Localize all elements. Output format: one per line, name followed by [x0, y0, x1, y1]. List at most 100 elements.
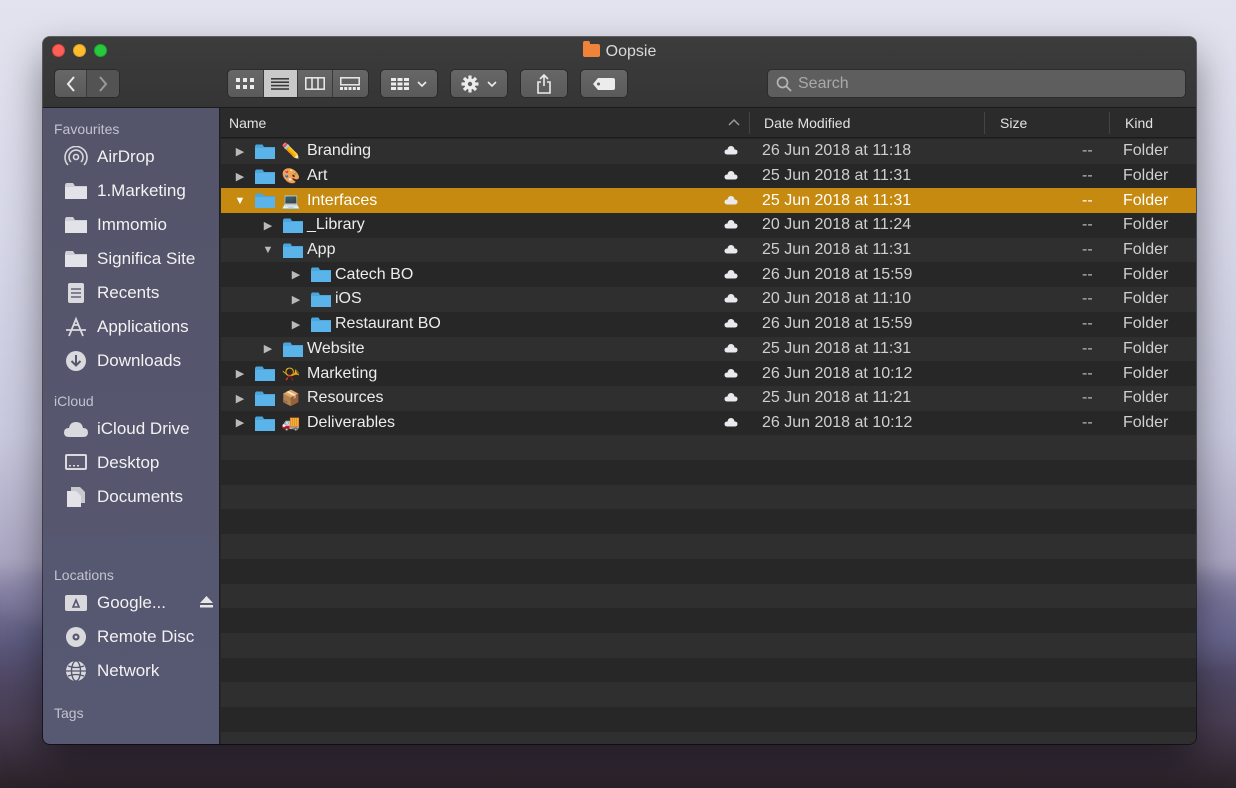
column-divider[interactable]	[984, 112, 985, 134]
table-row[interactable]: ▶ 🎨 Art 25 Jun 2018 at 11:31 -- Folder	[221, 163, 1196, 189]
table-row[interactable]: ▶ _Library 20 Jun 2018 at 11:24 -- Folder	[221, 213, 1196, 238]
disclosure-collapsed-icon[interactable]: ▶	[290, 268, 302, 281]
column-view-button[interactable]	[298, 70, 333, 97]
sidebar-item-icloud-drive[interactable]: iCloud Drive	[63, 415, 213, 443]
sidebar-item-applications[interactable]: Applications	[63, 313, 213, 341]
forward-button[interactable]	[87, 70, 119, 97]
folder-icon	[311, 267, 331, 283]
table-row[interactable]: ▶ 📦 Resources 25 Jun 2018 at 11:21 -- Folder	[221, 385, 1196, 411]
column-divider[interactable]	[1109, 112, 1110, 134]
folder-icon	[63, 214, 89, 236]
table-row[interactable]: ▼ App 25 Jun 2018 at 11:31 -- Folder	[221, 237, 1196, 263]
column-kind-header[interactable]: Kind	[1125, 108, 1153, 138]
sidebar-item-immomio[interactable]: Immomio	[63, 211, 213, 239]
cloud-icon	[63, 418, 89, 440]
search-input[interactable]	[798, 74, 1178, 93]
folder-icon	[311, 292, 331, 308]
sidebar-item-label: Network	[97, 661, 160, 680]
file-date: 25 Jun 2018 at 11:31	[762, 191, 912, 209]
search-field[interactable]	[767, 69, 1186, 98]
file-name: Catech BO	[335, 265, 414, 283]
action-button[interactable]	[450, 69, 508, 98]
disclosure-collapsed-icon[interactable]: ▶	[234, 145, 246, 158]
share-button[interactable]	[520, 69, 568, 98]
icloud-status-icon	[724, 192, 738, 210]
folder-icon	[283, 218, 303, 234]
tags-button[interactable]	[580, 69, 628, 98]
disclosure-collapsed-icon[interactable]: ▶	[290, 293, 302, 306]
file-kind: Folder	[1123, 142, 1169, 160]
file-rows: ▶ ✏️ Branding 26 Jun 2018 at 11:18 -- Folder ▶…	[221, 139, 1196, 436]
gear-icon	[461, 75, 479, 92]
disc-icon	[63, 626, 89, 648]
column-date-header[interactable]: Date Modified	[764, 108, 850, 138]
sidebar-item-label: AirDrop	[97, 147, 155, 166]
icloud-status-icon	[724, 389, 738, 407]
icloud-status-icon	[724, 241, 738, 259]
disclosure-collapsed-icon[interactable]: ▶	[234, 367, 246, 380]
back-button[interactable]	[55, 70, 88, 97]
list-view-button[interactable]	[263, 70, 299, 97]
icon-view-button[interactable]	[228, 70, 264, 97]
sidebar: Favourites AirDrop 1.Marketing Immomio S…	[43, 108, 220, 744]
view-mode-control	[227, 69, 369, 98]
disclosure-collapsed-icon[interactable]: ▶	[234, 392, 246, 405]
sidebar-item-significa-site[interactable]: Significa Site	[63, 245, 213, 273]
empty-row	[221, 534, 1196, 559]
file-name: Restaurant BO	[335, 315, 441, 333]
table-row[interactable]: ▶ Restaurant BO 26 Jun 2018 at 15:59 -- Fold…	[221, 311, 1196, 337]
file-date: 25 Jun 2018 at 11:31	[762, 167, 912, 185]
folder-badge-icon: 💻	[281, 192, 301, 210]
file-kind: Folder	[1123, 191, 1169, 209]
sidebar-item-label: Immomio	[97, 215, 167, 234]
column-header: Name Date Modified Size Kind	[221, 108, 1196, 138]
sidebar-item-label: Significa Site	[97, 249, 196, 268]
sidebar-item-remote-disc[interactable]: Remote Disc	[63, 623, 213, 651]
sidebar-item-label: Desktop	[97, 453, 160, 472]
folder-icon	[255, 193, 275, 209]
disclosure-collapsed-icon[interactable]: ▶	[234, 170, 246, 183]
file-size: --	[1082, 413, 1093, 431]
group-by-button[interactable]	[380, 69, 438, 98]
table-row[interactable]: ▶ Website 25 Jun 2018 at 11:31 -- Folder	[221, 336, 1196, 362]
sidebar-item-airdrop[interactable]: AirDrop	[63, 143, 213, 171]
sidebar-item-downloads[interactable]: Downloads	[63, 347, 213, 375]
file-name: iOS	[335, 290, 362, 308]
table-row[interactable]: ▶ 🚚 Deliverables 26 Jun 2018 at 10:12 -- Fold…	[221, 410, 1196, 436]
disclosure-collapsed-icon[interactable]: ▶	[262, 219, 274, 232]
disclosure-expanded-icon[interactable]: ▼	[234, 195, 246, 207]
sidebar-item-documents[interactable]: Documents	[63, 483, 213, 511]
disclosure-collapsed-icon[interactable]: ▶	[234, 416, 246, 429]
disclosure-expanded-icon[interactable]: ▼	[262, 244, 274, 256]
column-name-header[interactable]: Name	[229, 108, 266, 138]
table-row[interactable]: ▶ iOS 20 Jun 2018 at 11:10 -- Folder	[221, 287, 1196, 312]
file-kind: Folder	[1123, 389, 1169, 407]
icloud-status-icon	[724, 167, 738, 185]
eject-icon[interactable]	[200, 595, 213, 611]
sidebar-item-google-drive[interactable]: Google...	[63, 589, 213, 617]
empty-row	[221, 657, 1196, 683]
file-name: Resources	[307, 389, 384, 407]
table-row[interactable]: ▼ 💻 Interfaces 25 Jun 2018 at 11:31 -- Folder	[221, 188, 1196, 214]
file-name: Interfaces	[307, 191, 378, 209]
empty-row	[221, 558, 1196, 584]
applications-icon	[63, 316, 89, 338]
table-row[interactable]: ▶ ✏️ Branding 26 Jun 2018 at 11:18 -- Folder	[221, 139, 1196, 164]
table-row[interactable]: ▶ 📯 Marketing 26 Jun 2018 at 10:12 -- Folder	[221, 361, 1196, 386]
empty-row	[221, 460, 1196, 485]
columns-icon	[304, 77, 325, 90]
column-size-header[interactable]: Size	[1000, 108, 1027, 138]
sidebar-item-desktop[interactable]: Desktop	[63, 449, 213, 477]
folder-icon	[63, 180, 89, 202]
gallery-view-button[interactable]	[333, 70, 368, 97]
folder-badge-icon: 📦	[281, 390, 301, 408]
disclosure-collapsed-icon[interactable]: ▶	[262, 342, 274, 355]
gallery-icon	[340, 77, 361, 90]
sidebar-item-1-marketing[interactable]: 1.Marketing	[63, 177, 213, 205]
sidebar-item-recents[interactable]: Recents	[63, 279, 213, 307]
column-divider[interactable]	[749, 112, 750, 134]
sidebar-item-network[interactable]: Network	[63, 657, 213, 685]
disclosure-collapsed-icon[interactable]: ▶	[290, 318, 302, 331]
table-row[interactable]: ▶ Catech BO 26 Jun 2018 at 15:59 -- Folder	[221, 262, 1196, 288]
file-kind: Folder	[1123, 364, 1169, 382]
